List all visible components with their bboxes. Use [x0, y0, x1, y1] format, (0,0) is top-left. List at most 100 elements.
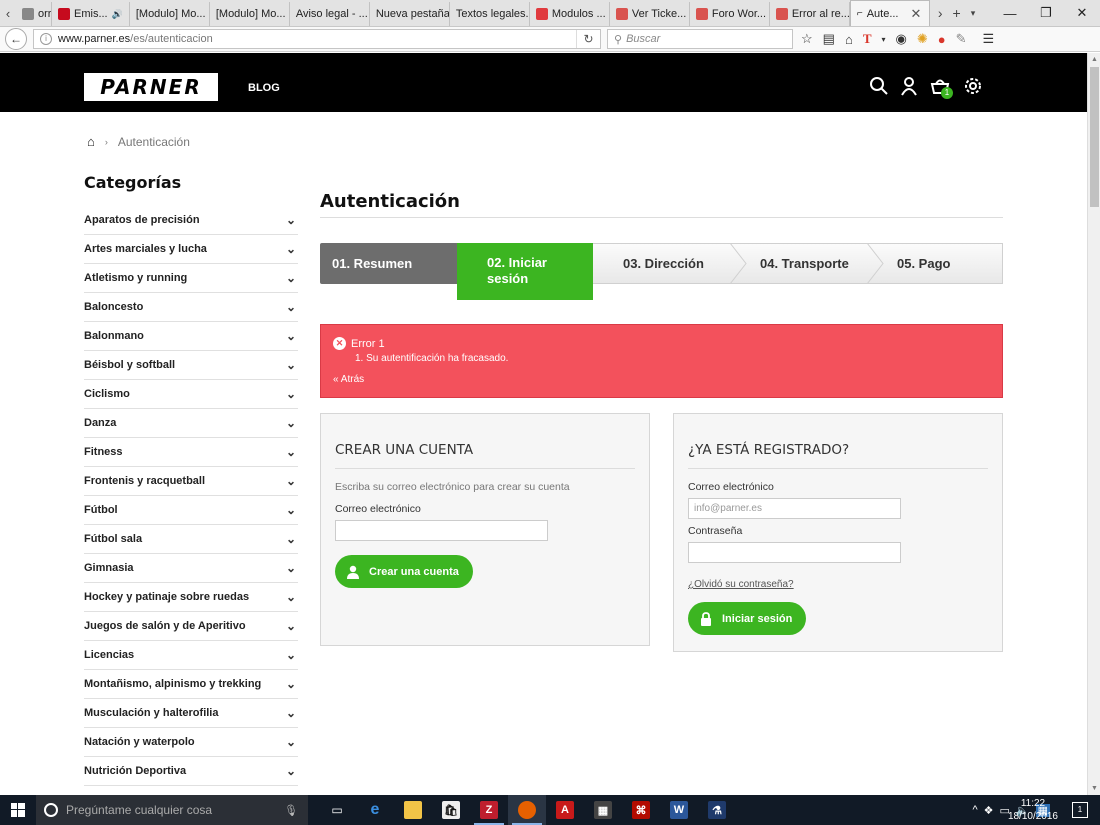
blog-link[interactable]: BLOG: [248, 82, 280, 94]
tab-list-chevron-icon[interactable]: ▾: [971, 8, 976, 19]
browser-tab[interactable]: Ver Ticke...: [610, 2, 690, 26]
create-account-button[interactable]: Crear una cuenta: [335, 555, 473, 588]
t-extension-icon[interactable]: T: [863, 31, 872, 47]
calculator-icon[interactable]: ▦: [584, 795, 622, 825]
sidebar-category[interactable]: Balonmano ⌄: [84, 322, 298, 351]
chevron-down-icon[interactable]: ⌄: [286, 446, 296, 458]
browser-tab[interactable]: Emis... 🔊: [52, 2, 130, 26]
login-email-input[interactable]: [688, 498, 901, 519]
cortana-search-input[interactable]: Pregúntame cualquier cosa 🎙: [36, 795, 308, 825]
browser-tab[interactable]: orr...: [16, 2, 52, 26]
back-link[interactable]: « Atrás: [333, 374, 990, 385]
sidebar-category[interactable]: Baloncesto ⌄: [84, 293, 298, 322]
edge-icon[interactable]: e: [356, 795, 394, 825]
chevron-down-icon[interactable]: ⌄: [286, 591, 296, 603]
chevron-down-icon[interactable]: ⌄: [286, 620, 296, 632]
sidebar-category[interactable]: Fútbol sala ⌄: [84, 525, 298, 554]
menu-hamburger-icon[interactable]: ☰: [983, 31, 995, 47]
home-icon[interactable]: ⌂: [87, 134, 95, 149]
system-clock[interactable]: 11:22 18/10/2016: [1008, 797, 1058, 823]
chevron-down-icon[interactable]: ⌄: [286, 388, 296, 400]
sidebar-category[interactable]: Musculación y halterofilia ⌄: [84, 699, 298, 728]
chevron-down-icon[interactable]: ⌄: [286, 736, 296, 748]
browser-tab[interactable]: Nueva pestaña: [370, 2, 450, 26]
tab-scroll-right-icon[interactable]: ›: [938, 5, 943, 21]
sidebar-category[interactable]: Juegos de salón y de Aperitivo ⌄: [84, 612, 298, 641]
reading-list-icon[interactable]: ▤: [823, 31, 835, 47]
scroll-up-icon[interactable]: ▲: [1091, 56, 1098, 63]
step-address[interactable]: 03. Dirección: [593, 243, 730, 284]
home-icon[interactable]: ⌂: [845, 32, 853, 47]
tab-audio-icon[interactable]: 🔊: [112, 9, 123, 20]
step-summary[interactable]: 01. Resumen: [320, 243, 457, 284]
browser-tab[interactable]: Aviso legal - ...: [290, 2, 370, 26]
dropbox-icon[interactable]: ❖: [984, 804, 994, 817]
site-info-icon[interactable]: i: [40, 33, 52, 45]
sidebar-category[interactable]: Frontenis y racquetball ⌄: [84, 467, 298, 496]
chevron-down-icon[interactable]: ⌄: [286, 707, 296, 719]
extension-puzzle-icon[interactable]: ✎: [956, 31, 967, 47]
sidebar-category[interactable]: Béisbol y softball ⌄: [84, 351, 298, 380]
browser-tab[interactable]: Error al re...: [770, 2, 850, 26]
sidebar-category[interactable]: Montañismo, alpinismo y trekking ⌄: [84, 670, 298, 699]
create-email-input[interactable]: [335, 520, 548, 541]
task-view-icon[interactable]: ▭: [318, 795, 356, 825]
chevron-down-icon[interactable]: ⌄: [286, 533, 296, 545]
chevron-down-icon[interactable]: ⌄: [286, 504, 296, 516]
tab-scroll-left-icon[interactable]: ‹: [0, 0, 16, 26]
sidebar-category[interactable]: Atletismo y running ⌄: [84, 264, 298, 293]
word-icon[interactable]: W: [660, 795, 698, 825]
step-shipping[interactable]: 04. Transporte: [730, 243, 867, 284]
login-password-input[interactable]: [688, 542, 901, 563]
close-tab-icon[interactable]: ✕: [910, 6, 921, 22]
scroll-down-icon[interactable]: ▼: [1091, 785, 1098, 792]
new-tab-icon[interactable]: +: [953, 5, 961, 21]
bookmark-star-icon[interactable]: ☆: [801, 31, 813, 47]
sidebar-category[interactable]: Fitness ⌄: [84, 438, 298, 467]
pocket-icon[interactable]: ◉: [896, 31, 907, 47]
sidebar-category[interactable]: Fútbol ⌄: [84, 496, 298, 525]
back-arrow-icon[interactable]: ←: [5, 28, 27, 50]
site-logo[interactable]: PARNER: [84, 73, 218, 101]
user-icon[interactable]: [899, 76, 919, 96]
scrollbar-thumb[interactable]: [1090, 67, 1099, 207]
dropdown-icon[interactable]: ▾: [881, 35, 885, 44]
chevron-down-icon[interactable]: ⌄: [286, 214, 296, 226]
url-bar[interactable]: i www.parner.es/es/autenticacion ↻: [33, 29, 601, 49]
windows-start-icon[interactable]: [0, 795, 36, 825]
chevron-down-icon[interactable]: ⌄: [286, 243, 296, 255]
app-installer-icon[interactable]: ⚗: [698, 795, 736, 825]
sidebar-category[interactable]: Hockey y patinaje sobre ruedas ⌄: [84, 583, 298, 612]
chevron-down-icon[interactable]: ⌄: [286, 475, 296, 487]
sidebar-category[interactable]: Danza ⌄: [84, 409, 298, 438]
step-payment[interactable]: 05. Pago: [867, 243, 1003, 284]
sidebar-category[interactable]: Aparatos de precisión ⌄: [84, 206, 298, 235]
chevron-down-icon[interactable]: ⌄: [286, 359, 296, 371]
page-scrollbar[interactable]: ▲ ▼: [1087, 53, 1100, 795]
file-explorer-icon[interactable]: [394, 795, 432, 825]
sidebar-category[interactable]: Nutrición Deportiva ⌄: [84, 757, 298, 786]
browser-tab[interactable]: Modulos ...: [530, 2, 610, 26]
browser-tab[interactable]: Textos legales...: [450, 2, 530, 26]
browser-tab[interactable]: [Modulo] Mo...: [210, 2, 290, 26]
sidebar-category[interactable]: Artes marciales y lucha ⌄: [84, 235, 298, 264]
store-icon[interactable]: 🛍: [432, 795, 470, 825]
login-button[interactable]: Iniciar sesión: [688, 602, 807, 635]
tray-chevron-icon[interactable]: ^: [972, 804, 977, 816]
sidebar-category[interactable]: Ciclismo ⌄: [84, 380, 298, 409]
microphone-icon[interactable]: 🎙: [284, 804, 298, 817]
chevron-down-icon[interactable]: ⌄: [286, 562, 296, 574]
tab-active[interactable]: ⌐ Aute... ✕: [849, 0, 930, 26]
forgot-password-link[interactable]: ¿Olvidó su contraseña?: [688, 579, 988, 590]
minimize-icon[interactable]: —: [992, 0, 1028, 26]
pdf-reader-icon[interactable]: ⌘: [622, 795, 660, 825]
maximize-icon[interactable]: ❐: [1028, 0, 1064, 26]
step-login[interactable]: 02. Iniciar sesión: [457, 243, 593, 300]
sidebar-category[interactable]: Licencias ⌄: [84, 641, 298, 670]
reload-icon[interactable]: ↻: [576, 30, 600, 48]
notification-icon[interactable]: 1: [1072, 802, 1088, 818]
firefox-icon[interactable]: [508, 795, 546, 825]
search-icon[interactable]: [869, 76, 889, 96]
browser-tab[interactable]: Foro Wor...: [690, 2, 770, 26]
settings-gear-icon[interactable]: [963, 76, 983, 96]
